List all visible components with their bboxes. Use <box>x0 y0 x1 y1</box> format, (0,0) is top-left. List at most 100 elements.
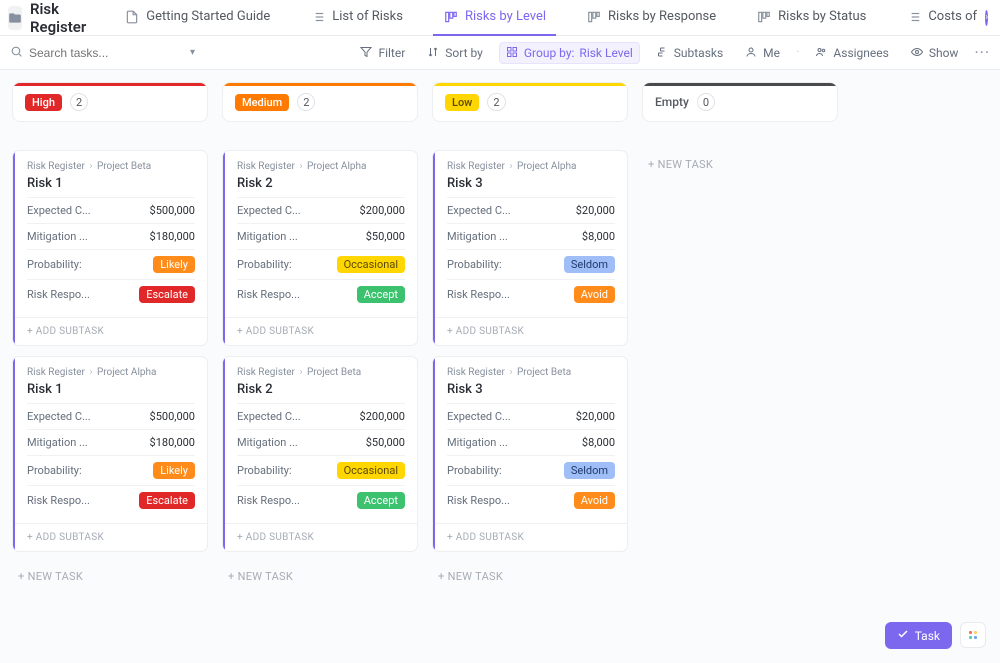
chevron-right-icon: › <box>89 161 92 172</box>
risk-card[interactable]: Risk Register › Project Beta Risk 1 Expe… <box>12 150 208 346</box>
chevron-right-icon: › <box>299 161 302 172</box>
new-task-button[interactable]: + NEW TASK <box>222 562 418 591</box>
filter-button[interactable]: Filter <box>354 43 411 63</box>
subtasks-button[interactable]: Subtasks <box>650 43 729 63</box>
label: Group by: <box>524 46 575 60</box>
new-task-button[interactable]: + NEW TASK <box>642 150 838 179</box>
board-icon <box>443 9 459 25</box>
board-icon <box>756 9 772 25</box>
filter-icon <box>360 46 373 59</box>
new-task-button[interactable]: + NEW TASK <box>432 562 628 591</box>
field-value: $8,000 <box>582 230 615 243</box>
tab-costs-of[interactable]: Costs of <box>896 0 981 36</box>
sort-button[interactable]: Sort by <box>421 43 489 63</box>
breadcrumb[interactable]: Risk Register › Project Beta <box>447 367 615 378</box>
card-accent <box>433 151 435 345</box>
field-risk-response: Risk Respo... Accept <box>237 279 405 309</box>
column-stripe <box>643 83 837 86</box>
tab-label: List of Risks <box>332 9 403 24</box>
response-tag: Avoid <box>574 492 615 509</box>
search-icon <box>10 45 23 61</box>
bc-child: Project Beta <box>97 161 151 172</box>
breadcrumb[interactable]: Risk Register › Project Beta <box>237 367 405 378</box>
page-title: Risk Register <box>30 0 86 36</box>
add-subtask-button[interactable]: + ADD SUBTASK <box>433 523 627 551</box>
add-subtask-button[interactable]: + ADD SUBTASK <box>433 317 627 345</box>
add-subtask-button[interactable]: + ADD SUBTASK <box>223 317 417 345</box>
new-task-button[interactable]: + NEW TASK <box>12 562 208 591</box>
search-input[interactable] <box>29 46 184 60</box>
column-header[interactable]: High 2 <box>12 82 208 122</box>
more-tabs-button[interactable]: › <box>985 10 988 26</box>
field-risk-response: Risk Respo... Escalate <box>27 485 195 515</box>
column-count: 2 <box>487 93 505 111</box>
risk-card[interactable]: Risk Register › Project Alpha Risk 1 Exp… <box>12 356 208 552</box>
field-expected-cost: Expected C... $200,000 <box>237 197 405 223</box>
label: Subtasks <box>674 46 723 60</box>
column-label: Empty <box>655 95 689 109</box>
field-label: Risk Respo... <box>237 494 300 507</box>
bc-child: Project Alpha <box>517 161 577 172</box>
card-title: Risk 2 <box>237 382 405 397</box>
column-header[interactable]: Low 2 <box>432 82 628 122</box>
risk-card[interactable]: Risk Register › Project Beta Risk 2 Expe… <box>222 356 418 552</box>
probability-tag: Occasional <box>337 256 405 273</box>
bc-child: Project Beta <box>307 367 361 378</box>
field-mitigation: Mitigation ... $50,000 <box>237 223 405 249</box>
group-by-button[interactable]: Group by: Risk Level <box>499 42 640 64</box>
show-button[interactable]: Show <box>905 43 965 63</box>
field-expected-cost: Expected C... $200,000 <box>237 403 405 429</box>
add-subtask-button[interactable]: + ADD SUBTASK <box>13 317 207 345</box>
field-value: $8,000 <box>582 436 615 449</box>
breadcrumb[interactable]: Risk Register › Project Beta <box>27 161 195 172</box>
add-subtask-button[interactable]: + ADD SUBTASK <box>223 523 417 551</box>
label: Task <box>915 629 940 643</box>
tab-risks-by-level[interactable]: Risks by Level <box>433 0 556 36</box>
new-task-fab[interactable]: Task <box>885 622 952 649</box>
bc-parent: Risk Register <box>27 367 85 378</box>
field-probability: Probability: Likely <box>27 455 195 485</box>
field-value: $180,000 <box>150 436 195 449</box>
add-subtask-button[interactable]: + ADD SUBTASK <box>13 523 207 551</box>
assignees-button[interactable]: Assignees <box>809 43 894 63</box>
field-risk-response: Risk Respo... Accept <box>237 485 405 515</box>
chevron-right-icon: › <box>89 367 92 378</box>
tab-getting-started[interactable]: Getting Started Guide <box>114 0 280 36</box>
more-menu-button[interactable]: ··· <box>974 43 990 62</box>
tab-risks-by-response[interactable]: Risks by Response <box>576 0 726 36</box>
search-wrap[interactable]: ▾ <box>10 45 170 61</box>
field-label: Expected C... <box>27 204 91 217</box>
field-probability: Probability: Likely <box>27 249 195 279</box>
field-value: $200,000 <box>360 204 405 217</box>
response-tag: Accept <box>357 286 405 303</box>
card-title: Risk 3 <box>447 176 615 191</box>
column-header[interactable]: Medium 2 <box>222 82 418 122</box>
tab-label: Costs of <box>928 9 977 24</box>
breadcrumb[interactable]: Risk Register › Project Alpha <box>27 367 195 378</box>
field-label: Expected C... <box>447 410 511 423</box>
chevron-down-icon[interactable]: ▾ <box>190 47 195 58</box>
tab-list-of-risks[interactable]: List of Risks <box>300 0 413 36</box>
column-header[interactable]: Empty 0 <box>642 82 838 122</box>
field-value: $20,000 <box>576 204 615 217</box>
separator-dot: · <box>796 45 799 60</box>
field-value: $180,000 <box>150 230 195 243</box>
risk-card[interactable]: Risk Register › Project Beta Risk 3 Expe… <box>432 356 628 552</box>
field-label: Expected C... <box>237 204 301 217</box>
apps-fab[interactable] <box>960 622 986 648</box>
column-count: 2 <box>297 93 315 111</box>
me-button[interactable]: Me <box>739 43 786 63</box>
breadcrumb[interactable]: Risk Register › Project Alpha <box>237 161 405 172</box>
bc-child: Project Alpha <box>97 367 157 378</box>
card-accent <box>13 357 15 551</box>
label: Assignees <box>833 46 888 60</box>
bc-child: Project Beta <box>517 367 571 378</box>
list-icon <box>310 9 326 25</box>
field-probability: Probability: Occasional <box>237 455 405 485</box>
field-expected-cost: Expected C... $20,000 <box>447 197 615 223</box>
tab-risks-by-status[interactable]: Risks by Status <box>746 0 876 36</box>
breadcrumb[interactable]: Risk Register › Project Alpha <box>447 161 615 172</box>
risk-card[interactable]: Risk Register › Project Alpha Risk 2 Exp… <box>222 150 418 346</box>
risk-card[interactable]: Risk Register › Project Alpha Risk 3 Exp… <box>432 150 628 346</box>
field-label: Mitigation ... <box>447 230 508 243</box>
